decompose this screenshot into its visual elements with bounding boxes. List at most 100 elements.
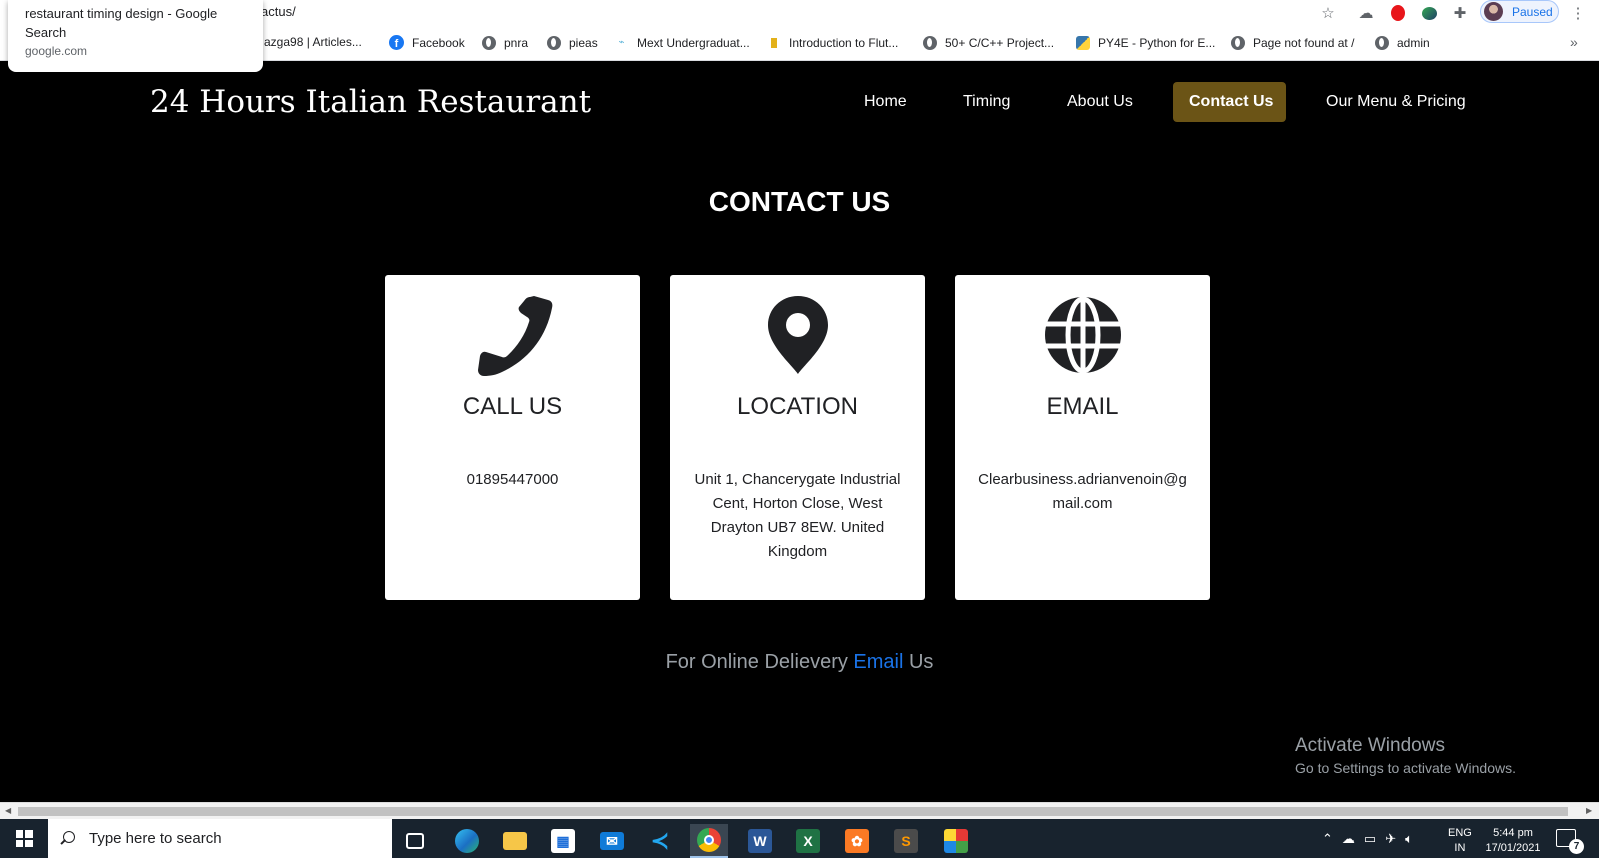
bookmark-label: azga98 | Articles... [264,35,362,49]
email-link[interactable]: Email [853,651,903,673]
bookmark-item[interactable]: 50+ C/C++ Project... [922,35,1054,50]
scrollbar-thumb[interactable] [18,807,1568,816]
location-card: LOCATION Unit 1, Chancerygate Industrial… [670,275,925,600]
bookmark-item[interactable]: pieas [546,35,598,50]
bookmark-item[interactable]: f Facebook [389,35,465,50]
mext-icon: ⌁ [618,37,625,48]
volume-icon[interactable]: 🔈︎ [1405,831,1413,847]
url-text[interactable]: actus/ [261,4,296,19]
email-address: Clearbusiness.adrianvenoin@gmail.com [978,471,1187,512]
flutter-icon [766,35,781,50]
location-pin-icon [768,296,828,374]
system-clock[interactable]: 5:44 pm 17/01/2021 [1484,826,1542,856]
clock-time: 5:44 pm [1493,827,1533,839]
card-heading: LOCATION [737,393,858,420]
site-brand[interactable]: 24 Hours Italian Restaurant [150,84,591,120]
delivery-prefix: For Online Delievery [665,651,854,673]
nav-about-us[interactable]: About Us [1067,82,1133,122]
profile-button[interactable]: Paused [1480,0,1559,23]
python-icon [1075,35,1090,50]
bookmark-item[interactable]: ⌁ Mext Undergraduat... [614,35,750,50]
watermark-subtitle: Go to Settings to activate Windows. [1295,760,1516,776]
language-indicator[interactable]: ENG IN [1448,826,1472,856]
windows-taskbar: Type here to search ▦ ✉ ≺ W X ✿ S ⌃ ☁ ▭ … [0,819,1599,858]
bookmark-label: PY4E - Python for E... [1098,35,1216,50]
globe-icon [1374,35,1389,50]
bookmark-label: 50+ C/C++ Project... [945,35,1055,50]
bookmark-label: Introduction to Flut... [789,35,899,50]
task-view-icon[interactable] [396,824,434,858]
chrome-icon[interactable] [690,824,728,858]
nav-home[interactable]: Home [864,82,907,122]
avatar [1484,2,1503,21]
vscode-icon[interactable]: ≺ [641,824,679,858]
sublime-icon[interactable]: S [887,824,925,858]
bookmark-item[interactable]: PY4E - Python for E... [1075,35,1215,50]
tooltip-title: restaurant timing design - Google Search [25,6,218,40]
bookmark-label: Page not found at / [1253,35,1355,50]
bookmark-item[interactable]: azga98 | Articles... [264,35,362,49]
tooltip-domain: google.com [25,44,88,58]
mail-icon[interactable]: ✉ [593,824,631,858]
app-icon[interactable] [937,824,975,858]
system-tray: ⌃ ☁ ▭ ✈ 🔈︎ [1322,819,1422,858]
extension-record-icon[interactable] [1388,3,1408,23]
file-explorer-icon[interactable] [496,824,534,858]
bookmark-label: Facebook [412,35,465,50]
bookmark-label: admin [1397,35,1430,50]
facebook-icon: f [389,35,404,50]
clock-date: 17/01/2021 [1485,842,1541,854]
nav-timing[interactable]: Timing [963,82,1010,122]
store-icon[interactable]: ▦ [544,824,582,858]
bookmark-item[interactable]: Page not found at / [1230,35,1354,50]
address-text: Unit 1, Chancerygate Industrial Cent, Ho… [694,471,901,560]
email-card: EMAIL Clearbusiness.adrianvenoin@gmail.c… [955,275,1210,600]
onedrive-icon[interactable]: ☁ [1342,831,1355,847]
page-title: CONTACT US [708,186,891,217]
bookmark-star-icon[interactable]: ☆ [1318,3,1338,23]
card-heading: EMAIL [1046,393,1119,420]
battery-icon[interactable]: ▭ [1364,831,1376,847]
taskbar-search-box[interactable]: Type here to search [48,819,392,858]
excel-icon[interactable]: X [789,824,827,858]
chrome-menu-icon[interactable]: ⋮ [1568,3,1588,23]
search-input[interactable]: Type here to search [89,830,222,847]
globe-icon [481,35,496,50]
nav-contact-us[interactable]: Contact Us [1173,82,1286,122]
extension-gem-icon[interactable] [1419,3,1439,23]
start-button[interactable] [0,819,48,858]
phone-icon [478,296,553,376]
profile-status-label: Paused [1512,4,1553,19]
horizontal-scrollbar[interactable]: ◀ ▶ [0,802,1599,819]
tab-tooltip: restaurant timing design - Google Search… [8,0,263,72]
delivery-suffix: Us [903,651,934,673]
extensions-puzzle-icon[interactable]: ✚ [1450,3,1470,23]
globe-icon [1230,35,1245,50]
bookmark-item[interactable]: admin [1374,35,1430,50]
delivery-note: For Online Delievery Email Us [0,651,1599,674]
language-code: ENG [1448,827,1472,839]
watermark-title: Activate Windows [1295,735,1445,756]
word-icon[interactable]: W [741,824,779,858]
windows-logo-icon [15,830,33,847]
extension-cloud-icon[interactable]: ☁ [1356,3,1376,23]
notification-badge: 7 [1569,839,1584,854]
search-icon [60,831,75,846]
globe-icon [546,35,561,50]
nav-menu-pricing[interactable]: Our Menu & Pricing [1326,82,1466,122]
bookmark-label: Mext Undergraduat... [637,35,750,50]
globe-icon [922,35,937,50]
xampp-icon[interactable]: ✿ [838,824,876,858]
scroll-left-icon[interactable]: ◀ [5,806,11,815]
bookmark-item[interactable]: Introduction to Flut... [766,35,898,50]
show-hidden-icons-icon[interactable]: ⌃ [1322,831,1333,847]
network-icon[interactable]: ✈ [1385,831,1396,847]
activate-windows-watermark: Activate Windows Go to Settings to activ… [1295,735,1516,776]
edge-icon[interactable] [448,824,486,858]
bookmarks-overflow-icon[interactable]: » [1570,34,1578,50]
bookmark-item[interactable]: pnra [481,35,528,50]
card-heading: CALL US [462,393,563,420]
scroll-right-icon[interactable]: ▶ [1586,806,1592,815]
phone-number: 01895447000 [466,471,559,488]
globe-icon [1045,296,1121,374]
